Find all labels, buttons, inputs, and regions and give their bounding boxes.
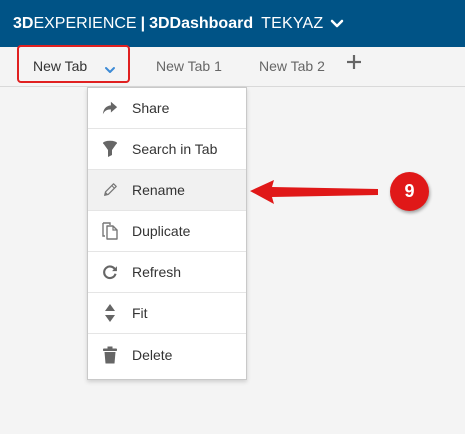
- tab-new-tab[interactable]: New Tab: [33, 47, 87, 86]
- trash-icon: [102, 346, 118, 364]
- tab-new-tab-1[interactable]: New Tab 1: [156, 47, 222, 86]
- filter-icon: [102, 140, 118, 158]
- dashboard-name[interactable]: Dashboard: [170, 15, 254, 33]
- menu-item-rename[interactable]: Rename: [88, 170, 246, 211]
- brand-3d: 3D: [13, 14, 34, 32]
- callout-arrow: [250, 180, 378, 204]
- dashboard-3d: 3D: [149, 14, 170, 32]
- top-bar: 3D EXPERIENCE | 3D Dashboard TEKYAZ: [0, 0, 465, 47]
- menu-item-fit[interactable]: Fit: [88, 293, 246, 334]
- menu-item-label: Share: [132, 100, 170, 116]
- tenant-name[interactable]: TEKYAZ: [261, 15, 323, 33]
- brand-experience: EXPERIENCE: [33, 14, 137, 32]
- menu-item-label: Delete: [132, 346, 173, 363]
- menu-item-share[interactable]: Share: [88, 88, 246, 129]
- add-tab-button[interactable]: [343, 53, 365, 75]
- menu-item-delete[interactable]: Delete: [88, 334, 246, 375]
- pencil-icon: [102, 181, 118, 199]
- fit-icon: [102, 304, 118, 322]
- menu-item-label: Refresh: [132, 264, 182, 280]
- menu-item-duplicate[interactable]: Duplicate: [88, 211, 246, 252]
- menu-item-label: Duplicate: [132, 223, 191, 239]
- share-icon: [102, 99, 118, 117]
- menu-item-refresh[interactable]: Refresh: [88, 252, 246, 293]
- menu-item-search-in-tab[interactable]: Search in Tab: [88, 129, 246, 170]
- refresh-icon: [102, 263, 118, 281]
- tab-new-tab-2[interactable]: New Tab 2: [259, 47, 325, 86]
- tab-menu-chevron-icon[interactable]: [104, 61, 116, 79]
- chevron-down-icon[interactable]: [330, 16, 344, 34]
- step-number-badge: 9: [390, 172, 429, 211]
- duplicate-icon: [102, 222, 118, 240]
- tab-context-menu: Share Search in Tab Rename Duplicate Ref…: [87, 87, 247, 380]
- menu-item-label: Rename: [132, 182, 185, 198]
- menu-item-label: Search in Tab: [132, 141, 218, 157]
- menu-item-label: Fit: [132, 305, 148, 321]
- brand-separator: |: [140, 14, 146, 32]
